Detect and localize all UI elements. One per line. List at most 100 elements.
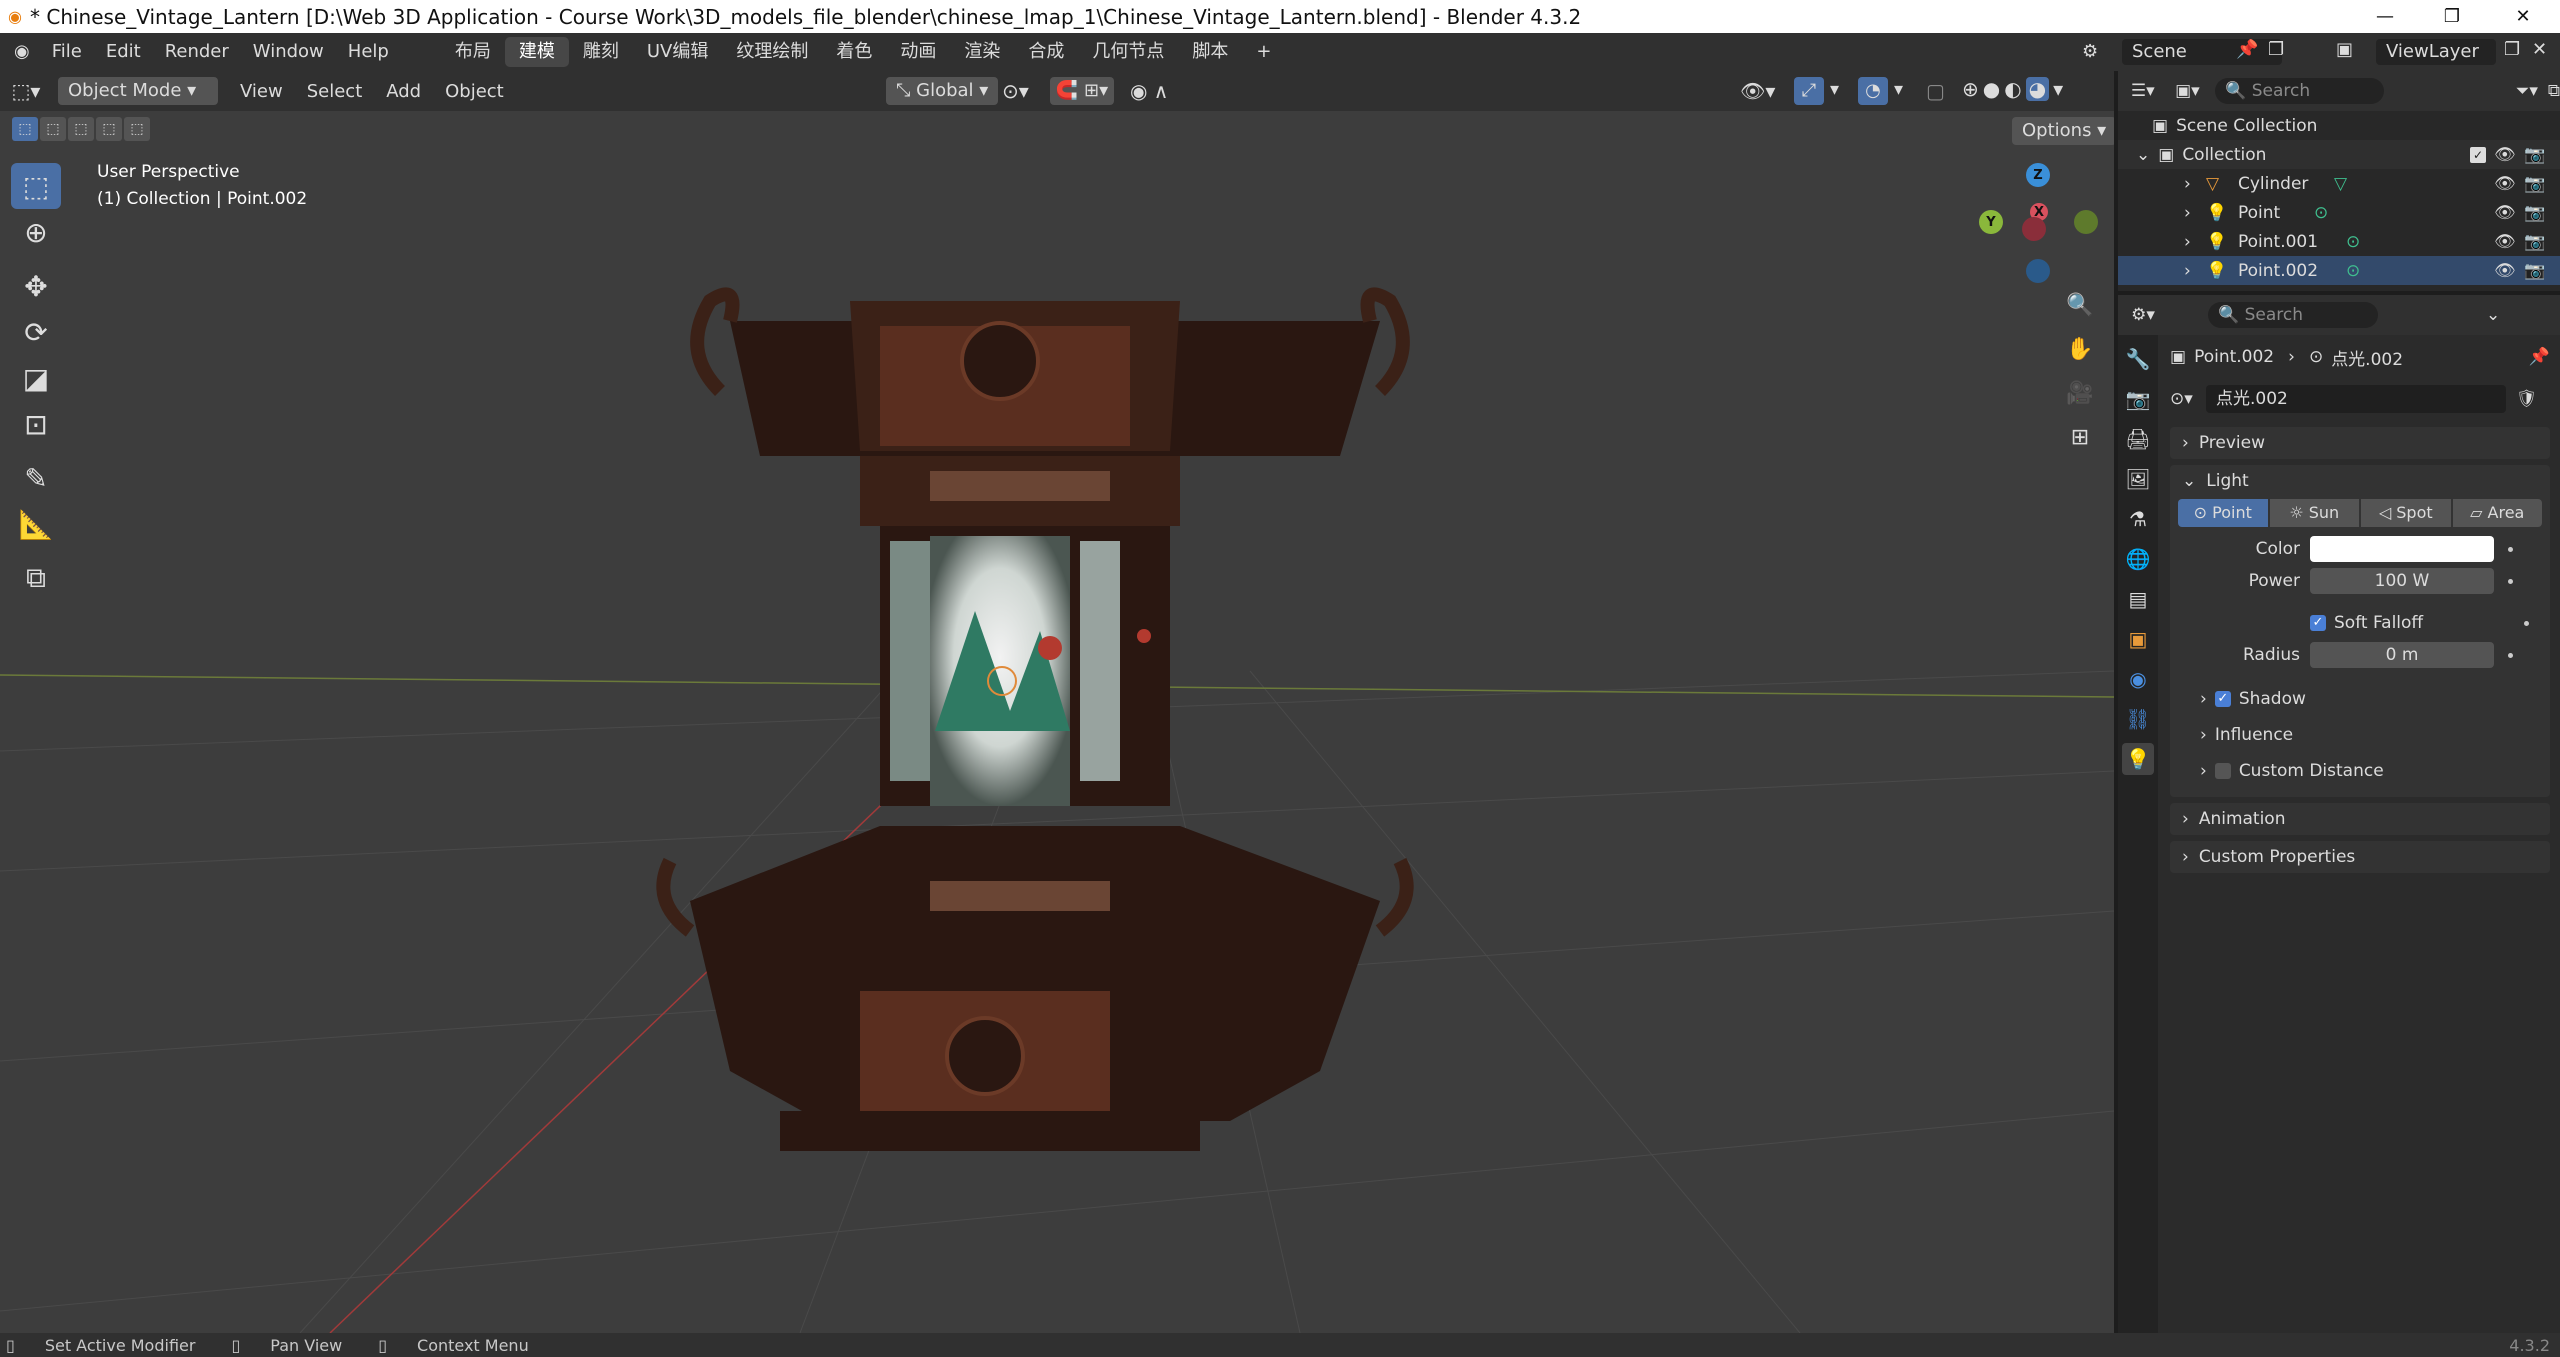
keyframe-dot[interactable] bbox=[2508, 652, 2513, 658]
scene-icon[interactable]: ⚙ bbox=[2070, 33, 2110, 71]
measure-icon[interactable]: 📐 bbox=[11, 501, 61, 547]
menu-object[interactable]: Object bbox=[433, 81, 516, 102]
select-box-icon[interactable]: ⬚ bbox=[11, 163, 61, 209]
shadow-checkbox[interactable]: ✓ bbox=[2214, 691, 2231, 707]
gizmo-toggle-icon[interactable]: ⤢ bbox=[1794, 77, 1824, 105]
scale-icon[interactable]: ◪ bbox=[11, 355, 61, 401]
xray-icon[interactable]: ▢ bbox=[1926, 79, 1945, 103]
shadow-subpanel[interactable]: › ✓ Shadow bbox=[2170, 681, 2550, 717]
chevron-right-icon[interactable]: › bbox=[2184, 232, 2191, 252]
properties-editor-icon[interactable]: ⚙▾ bbox=[2118, 305, 2168, 325]
tab-texture-paint[interactable]: 纹理绘制 bbox=[722, 37, 822, 67]
chevron-down-icon[interactable]: ⌄ bbox=[2136, 145, 2150, 165]
output-tab-icon[interactable]: 🖨 bbox=[2122, 423, 2154, 455]
transform-icon[interactable]: ⊡ bbox=[11, 401, 61, 447]
mode-selector[interactable]: Object Mode ▾ bbox=[58, 77, 218, 105]
rendered-shading-icon[interactable]: ◕ bbox=[2025, 77, 2050, 101]
tab-modeling[interactable]: 建模 bbox=[504, 37, 569, 67]
outliner-item-point[interactable]: › 💡 Point ⊙ 👁 📷 bbox=[2118, 198, 2560, 227]
gizmo-neg-z-axis[interactable] bbox=[2026, 259, 2050, 283]
keyframe-dot[interactable] bbox=[2524, 620, 2529, 626]
outliner-search-input[interactable]: 🔍 Search bbox=[2215, 78, 2384, 104]
tab-layout[interactable]: 布局 bbox=[441, 37, 505, 67]
add-cube-icon[interactable]: ⧉ bbox=[11, 555, 61, 601]
shading-options-icon[interactable]: ▾ bbox=[2053, 77, 2063, 101]
overlay-dropdown-icon[interactable]: ▾ bbox=[1894, 79, 1903, 100]
custom-properties-panel[interactable]: › Custom Properties bbox=[2170, 841, 2550, 873]
light-data-tab-icon[interactable]: 💡 bbox=[2122, 743, 2154, 775]
editor-type-icon[interactable]: ⬚▾ bbox=[0, 79, 52, 103]
pan-hand-icon[interactable]: ✋ bbox=[2062, 331, 2098, 367]
minimize-button[interactable]: — bbox=[2355, 0, 2415, 33]
add-workspace-icon[interactable]: + bbox=[1242, 37, 1285, 67]
object-tab-icon[interactable]: ▣ bbox=[2122, 623, 2154, 655]
light-browse-icon[interactable]: ⊙▾ bbox=[2170, 389, 2206, 409]
new-collection-icon[interactable]: ⧉ bbox=[2548, 81, 2560, 101]
menu-view[interactable]: View bbox=[228, 81, 295, 102]
new-scene-icon[interactable]: ❐ bbox=[2268, 39, 2284, 60]
power-field[interactable]: 100 W bbox=[2310, 568, 2494, 594]
menu-window[interactable]: Window bbox=[241, 33, 336, 71]
options-button[interactable]: Options ▾ bbox=[2012, 117, 2114, 145]
menu-file[interactable]: File bbox=[40, 33, 94, 71]
gizmo-dropdown-icon[interactable]: ▾ bbox=[1830, 79, 1839, 100]
eye-icon[interactable]: 👁 bbox=[2494, 232, 2516, 252]
outliner-collection[interactable]: ⌄ ▣ Collection ✓ 👁 📷 bbox=[2118, 140, 2560, 169]
pin-icon[interactable]: 📌 bbox=[2236, 39, 2258, 60]
menu-select[interactable]: Select bbox=[295, 81, 375, 102]
camera-view-icon[interactable]: 🎥 bbox=[2062, 375, 2098, 411]
tab-animation[interactable]: 动画 bbox=[886, 37, 950, 67]
rotate-icon[interactable]: ⟳ bbox=[11, 309, 61, 355]
outliner-editor-icon[interactable]: ☰▾ bbox=[2118, 81, 2168, 101]
visibility-icon[interactable]: 👁▾ bbox=[1740, 79, 1775, 103]
cursor-icon[interactable]: ⊕ bbox=[11, 209, 61, 255]
chevron-right-icon[interactable]: › bbox=[2184, 203, 2191, 223]
select-new-icon[interactable]: ⬚ bbox=[12, 117, 38, 141]
eye-icon[interactable]: 👁 bbox=[2494, 145, 2516, 165]
gizmo-z-axis[interactable]: Z bbox=[2026, 163, 2050, 187]
properties-search-input[interactable]: 🔍 Search bbox=[2208, 302, 2378, 328]
select-subtract-icon[interactable]: ⬚ bbox=[68, 117, 94, 141]
transform-orientation[interactable]: ⤡ Global ▾ bbox=[886, 77, 999, 105]
pin-icon[interactable]: 📌 bbox=[2529, 347, 2550, 367]
restore-button[interactable]: ❐ bbox=[2422, 0, 2482, 33]
close-button[interactable]: ✕ bbox=[2493, 0, 2553, 33]
keyframe-dot[interactable] bbox=[2508, 546, 2513, 552]
new-viewlayer-icon[interactable]: ❐ bbox=[2504, 39, 2520, 60]
menu-edit[interactable]: Edit bbox=[94, 33, 153, 71]
3d-viewport[interactable]: ⬚ ⬚ ⬚ ⬚ ⬚ ⬚ ⊕ ✥ ⟳ ◪ ⊡ ✎ 📐 ⧉ User Perspec… bbox=[0, 111, 2114, 1333]
ortho-toggle-icon[interactable]: ⊞ bbox=[2062, 419, 2098, 455]
color-swatch[interactable] bbox=[2310, 536, 2494, 562]
camera-icon[interactable]: 📷 bbox=[2524, 261, 2545, 281]
soft-falloff-checkbox[interactable]: ✓ bbox=[2310, 615, 2326, 631]
snap-icon[interactable]: 🧲 ⊞▾ bbox=[1050, 77, 1114, 105]
tab-shading[interactable]: 着色 bbox=[822, 37, 886, 67]
eye-icon[interactable]: 👁 bbox=[2494, 203, 2516, 223]
tab-compositing[interactable]: 合成 bbox=[1014, 37, 1078, 67]
tab-scripting[interactable]: 脚本 bbox=[1178, 37, 1242, 67]
constraints-tab-icon[interactable]: ⛓ bbox=[2122, 703, 2154, 735]
tab-uv-editing[interactable]: UV编辑 bbox=[633, 37, 723, 67]
eye-icon[interactable]: 👁 bbox=[2494, 261, 2516, 281]
camera-icon[interactable]: 📷 bbox=[2524, 203, 2545, 223]
filter-icon[interactable]: ⏷▾ bbox=[2516, 81, 2538, 101]
menu-add[interactable]: Add bbox=[374, 81, 433, 102]
radius-field[interactable]: 0 m bbox=[2310, 642, 2494, 668]
viewlayer-selector[interactable]: ViewLayer bbox=[2376, 39, 2496, 65]
wireframe-shading-icon[interactable]: ⊕ bbox=[1962, 77, 1979, 101]
keyframe-dot[interactable] bbox=[2508, 578, 2513, 584]
camera-icon[interactable]: 📷 bbox=[2524, 232, 2545, 252]
gizmo-neg-y-axis[interactable] bbox=[2074, 210, 2098, 234]
collection-checkbox[interactable]: ✓ bbox=[2470, 146, 2486, 163]
chevron-right-icon[interactable]: › bbox=[2184, 174, 2191, 194]
display-mode-icon[interactable]: ▣▾ bbox=[2168, 81, 2208, 101]
animation-panel[interactable]: › Animation bbox=[2170, 803, 2550, 835]
remove-viewlayer-icon[interactable]: ✕ bbox=[2532, 39, 2547, 60]
tab-sculpting[interactable]: 雕刻 bbox=[569, 37, 633, 67]
world-tab-icon[interactable]: 🌐 bbox=[2122, 543, 2154, 575]
render-tab-icon[interactable]: 📷 bbox=[2122, 383, 2154, 415]
view-layer-tab-icon[interactable]: 🖼 bbox=[2122, 463, 2154, 495]
eye-icon[interactable]: 👁 bbox=[2494, 174, 2516, 194]
material-shading-icon[interactable]: ◐ bbox=[2004, 77, 2021, 101]
select-intersect-icon[interactable]: ⬚ bbox=[124, 117, 150, 141]
